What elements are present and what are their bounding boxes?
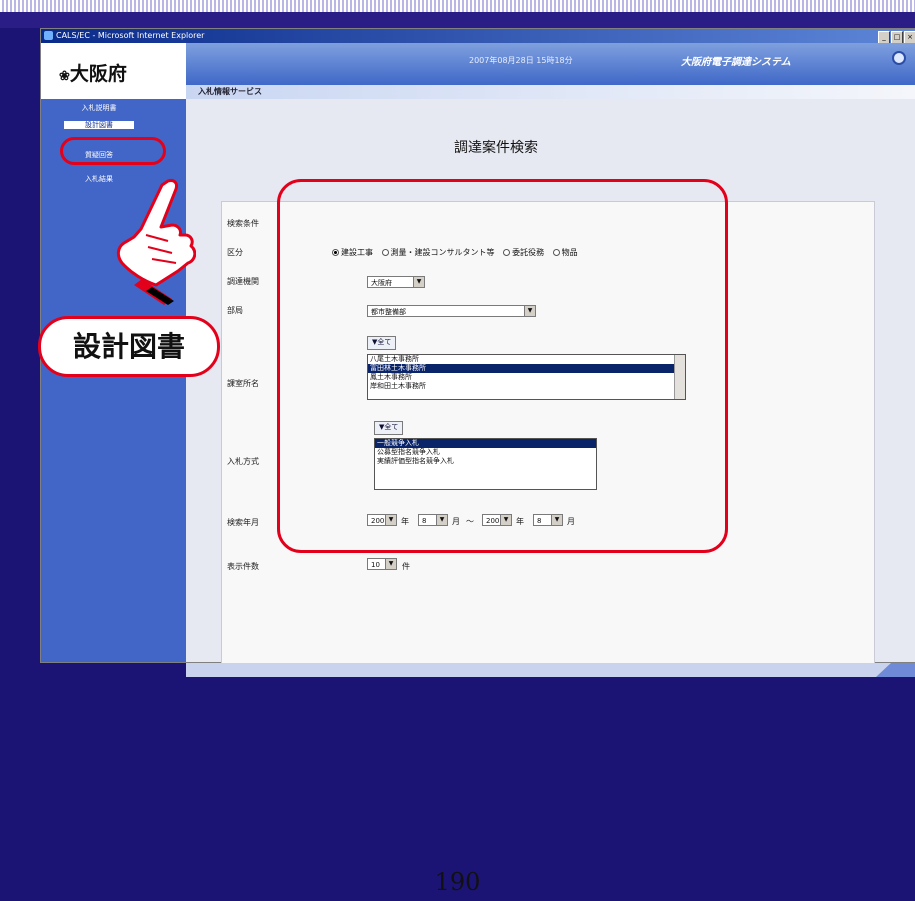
dropdown-arrow-icon: ▼ bbox=[385, 559, 396, 569]
status-bar-graphic bbox=[186, 663, 915, 677]
bid-method-label: 入札方式 bbox=[227, 457, 259, 466]
slide-header-band bbox=[0, 12, 915, 28]
design-docs-callout: 設計図書 bbox=[38, 316, 220, 377]
search-period-label: 検索年月 bbox=[227, 518, 259, 527]
status-bar bbox=[186, 662, 915, 677]
highlight-search-conditions bbox=[277, 179, 728, 553]
service-title: 入札情報サービス bbox=[198, 87, 262, 96]
header-datetime: 2007年08月28日 15時18分 bbox=[469, 56, 573, 65]
window-title: CALS/EC - Microsoft Internet Explorer bbox=[56, 31, 205, 40]
prefecture-emblem-icon: ❀ bbox=[59, 69, 70, 84]
top-stripe bbox=[0, 0, 915, 12]
display-count-label: 表示件数 bbox=[227, 562, 259, 571]
globe-icon[interactable] bbox=[892, 51, 906, 65]
nav-item-design-docs[interactable]: 設計図書 bbox=[64, 121, 134, 129]
display-count-select[interactable]: 10 ▼ bbox=[367, 558, 397, 570]
logo-text: 大阪府 bbox=[69, 63, 127, 85]
window-titlebar: CALS/EC - Microsoft Internet Explorer _ □… bbox=[41, 29, 915, 44]
window-controls: _ □ × bbox=[877, 30, 915, 44]
system-name: 大阪府電子調達システム bbox=[681, 57, 791, 68]
header-band: 2007年08月28日 15時18分 大阪府電子調達システム bbox=[186, 43, 915, 85]
page-number: 190 bbox=[434, 868, 481, 896]
nav-item-bid-description[interactable]: 入札説明書 bbox=[64, 104, 134, 112]
osaka-logo[interactable]: ❀大阪府 bbox=[59, 59, 127, 86]
display-count-value: 10 bbox=[371, 561, 380, 569]
search-conditions-label: 検索条件 bbox=[227, 219, 259, 228]
highlight-design-docs-nav bbox=[60, 137, 166, 165]
count-suffix: 件 bbox=[402, 562, 410, 571]
service-bar: 入札情報サービス bbox=[186, 85, 915, 99]
ie-icon bbox=[44, 31, 53, 40]
page-title: 調達案件検索 bbox=[454, 140, 538, 156]
agency-label: 調達機関 bbox=[227, 277, 259, 286]
category-label: 区分 bbox=[227, 248, 243, 257]
logo-area: ❀大阪府 bbox=[41, 43, 186, 99]
department-label: 部局 bbox=[227, 306, 243, 315]
office-label: 課室所名 bbox=[227, 379, 259, 388]
pointing-hand-icon bbox=[116, 179, 196, 305]
